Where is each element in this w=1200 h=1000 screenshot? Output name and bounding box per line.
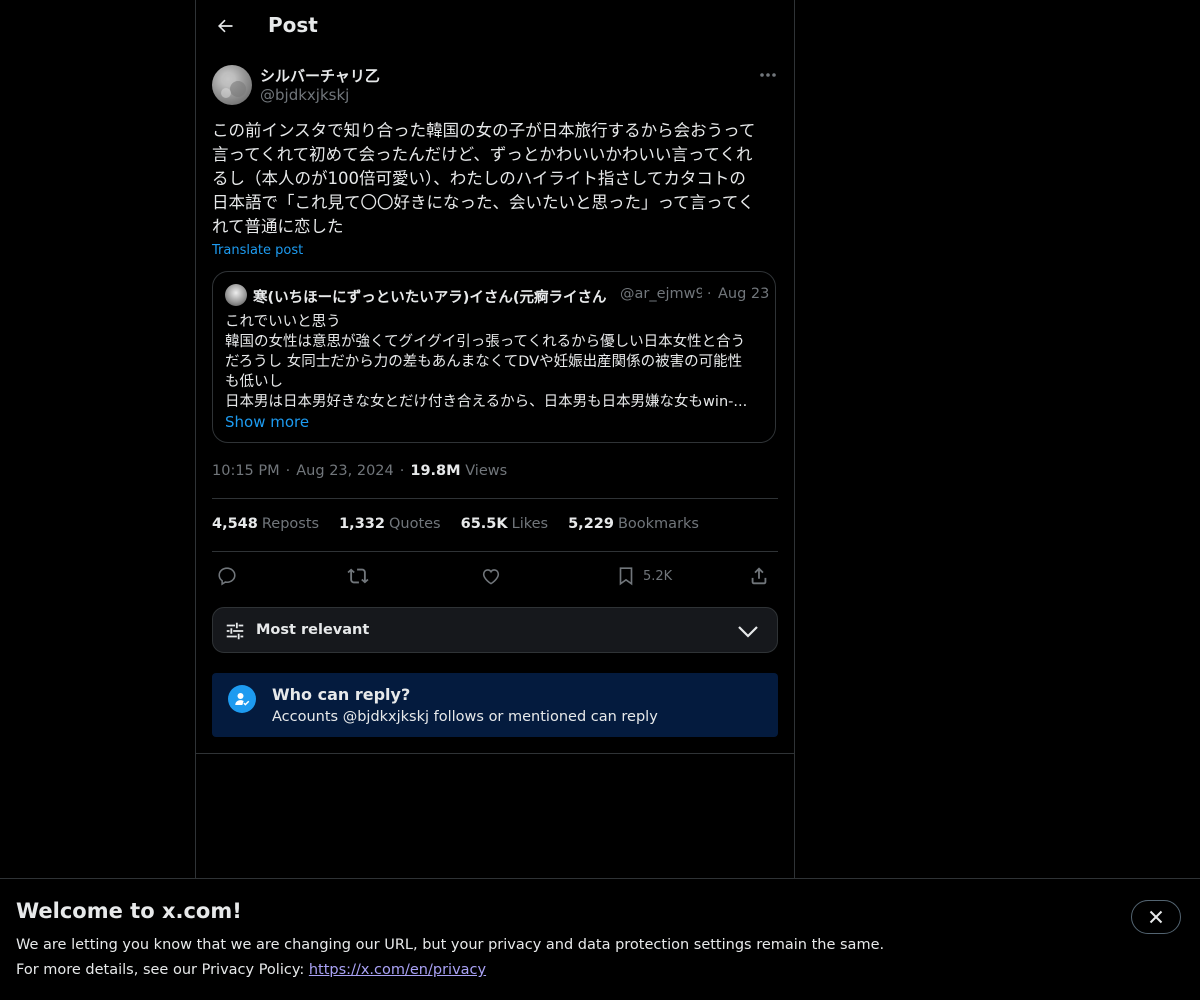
column-empty-space <box>195 754 795 879</box>
reply-restriction-title: Who can reply? <box>272 685 411 704</box>
quote-date: Aug 23 <box>718 286 770 302</box>
banner-title: Welcome to x.com! <box>16 899 242 923</box>
quote-text: これでいいと思う 韓国の女性は意思が強くてグイグイ引っ張ってくれるから優しい日本… <box>225 314 748 410</box>
quoted-post[interactable]: 寒(いちほーにずっといたいアラ)イさん(元痾ライさん @ar_ejmw9 · A… <box>212 271 776 443</box>
separator-dot: · <box>285 463 291 479</box>
privacy-policy-link[interactable]: https://x.com/en/privacy <box>309 962 486 978</box>
arrow-left-icon <box>218 19 233 33</box>
sort-replies-dropdown[interactable]: Most relevant <box>212 607 778 653</box>
banner-privacy-line: For more details, see our Privacy Policy… <box>16 962 486 978</box>
bookmarks-label: Bookmarks <box>617 516 699 532</box>
banner-message: We are letting you know that we are chan… <box>16 937 885 953</box>
page-header: Post <box>196 0 794 53</box>
like-button[interactable] <box>480 562 502 590</box>
post-text: この前インスタで知り合った韓国の女の子が日本旅行するから会おうって 言ってくれて… <box>212 121 756 236</box>
share-button[interactable] <box>748 562 770 590</box>
page-title: Post <box>268 13 318 37</box>
quote-author-name: 寒(いちほーにずっといたいアラ)イさん(元痾ライさん <box>253 290 607 306</box>
bookmark-button[interactable]: 5.2K <box>615 562 672 590</box>
avatar-image <box>221 73 246 98</box>
action-bar: 5.2K <box>212 562 778 590</box>
post-meta: 10:15 PM · Aug 23, 2024 · 19.8M Views <box>212 463 507 479</box>
post-date[interactable]: Aug 23, 2024 <box>296 463 394 479</box>
separator-dot: · <box>399 463 405 479</box>
divider <box>212 551 778 552</box>
engagement-stats: 4,548 Reposts 1,332 Quotes 65.5K Likes 5,22… <box>212 516 699 532</box>
sliders-icon <box>226 622 244 640</box>
reply-restriction-notice: Who can reply? Accounts @bjdkxjkskj foll… <box>212 673 778 737</box>
more-options-button[interactable] <box>756 65 780 85</box>
quote-avatar <box>225 284 247 306</box>
share-icon <box>751 567 767 585</box>
reply-restriction-description: Accounts @bjdkxjkskj follows or mentione… <box>272 709 658 725</box>
reposts-label: Reposts <box>261 516 320 532</box>
author-name[interactable]: シルバーチャリ乙 <box>260 65 380 86</box>
repost-icon <box>347 568 369 584</box>
views-count: 19.8M <box>410 463 461 479</box>
separator-dot: · <box>707 286 712 302</box>
quotes-label: Quotes <box>388 516 441 532</box>
show-more-link[interactable]: Show more <box>225 413 309 431</box>
repost-button[interactable] <box>346 562 370 590</box>
close-banner-button[interactable] <box>1131 900 1181 934</box>
bookmark-icon <box>619 567 633 586</box>
reply-button[interactable] <box>216 562 238 590</box>
close-icon <box>1149 910 1163 924</box>
sort-label: Most relevant <box>256 622 370 638</box>
banner-privacy-prefix: For more details, see our Privacy Policy… <box>16 962 309 978</box>
reposts-count: 4,548 <box>212 516 258 532</box>
bookmarks-count: 5,229 <box>568 516 614 532</box>
views-label: Views <box>465 463 508 479</box>
avatar[interactable] <box>212 65 252 105</box>
post-column: Post シルバーチャリ乙 @bjdkxjkskj この前インスタで知り合った韓… <box>195 0 795 754</box>
divider <box>212 498 778 499</box>
reposts-stat[interactable]: 4,548 Reposts <box>212 516 319 532</box>
likes-count: 65.5K <box>460 516 508 532</box>
bookmarks-stat: 5,229 Bookmarks <box>568 516 699 532</box>
author-handle[interactable]: @bjdkxjkskj <box>260 86 349 104</box>
post-time[interactable]: 10:15 PM <box>212 463 280 479</box>
translate-post-link[interactable]: Translate post <box>212 243 303 258</box>
more-icon <box>760 73 776 77</box>
quotes-count: 1,332 <box>339 516 385 532</box>
likes-stat[interactable]: 65.5K Likes <box>461 516 548 532</box>
chevron-down-icon <box>738 626 758 638</box>
bookmark-count: 5.2K <box>643 568 673 584</box>
quote-author-handle: @ar_ejmw9 <box>620 286 702 302</box>
heart-icon <box>482 569 500 585</box>
likes-label: Likes <box>511 516 549 532</box>
user-check-icon <box>228 685 256 713</box>
welcome-banner: Welcome to x.com! We are letting you kno… <box>0 878 1200 1000</box>
back-button[interactable] <box>208 9 242 43</box>
quotes-stat[interactable]: 1,332 Quotes <box>339 516 441 532</box>
reply-icon <box>218 567 236 586</box>
